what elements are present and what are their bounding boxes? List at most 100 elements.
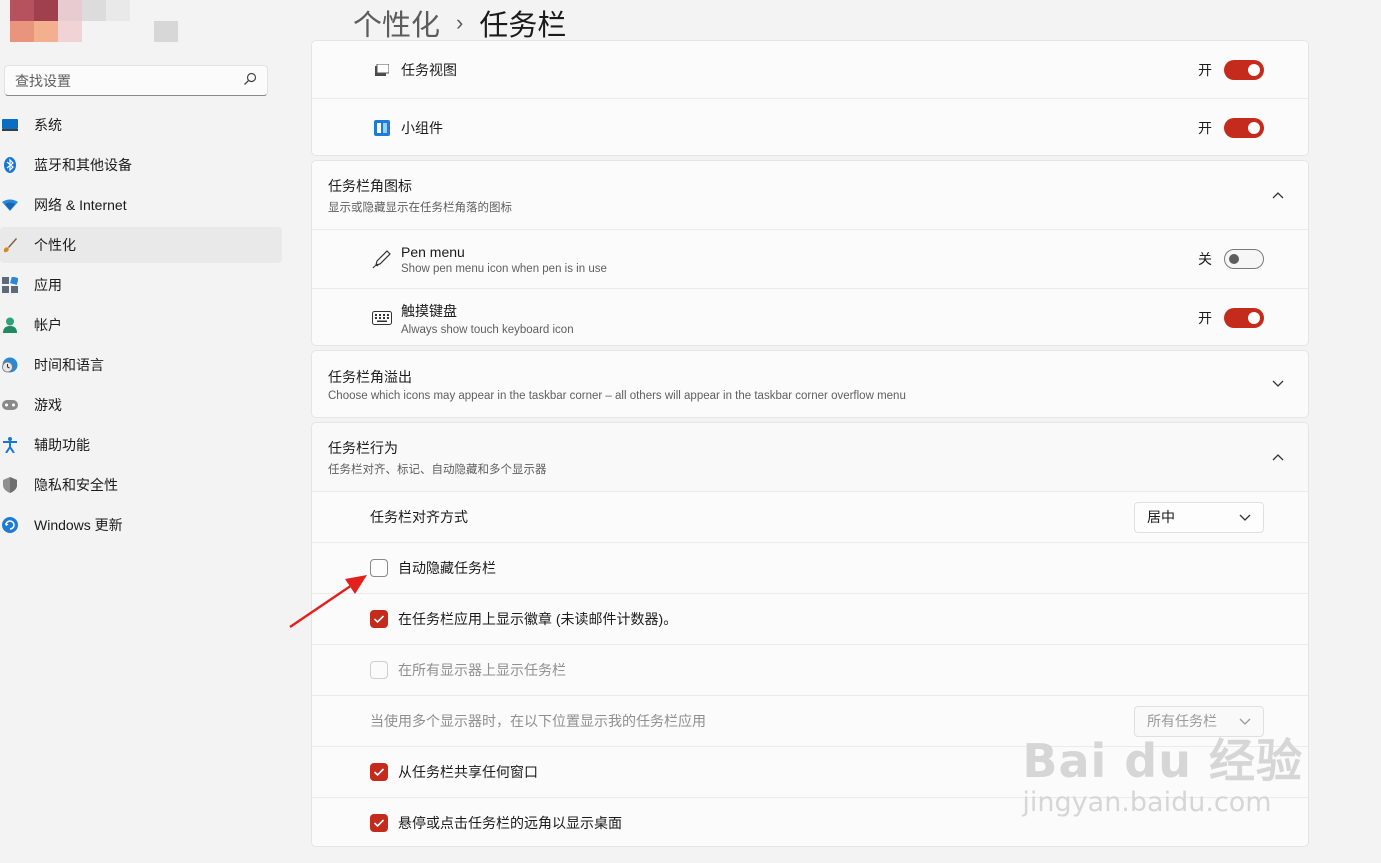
sidebar-item-privacy[interactable]: 隐私和安全性 [0, 467, 282, 503]
task-view-state: 开 [1198, 61, 1212, 78]
account-icon [2, 317, 18, 333]
settings-search-input[interactable]: 查找设置 [4, 65, 268, 96]
sidebar-item-label: 应用 [34, 277, 62, 293]
widgets-row: 小组件 开 [312, 98, 1308, 157]
multi-display-label: 当使用多个显示器时，在以下位置显示我的任务栏应用 [370, 713, 706, 729]
widgets-state: 开 [1198, 120, 1212, 136]
sidebar-item-label: 个性化 [34, 237, 76, 253]
sidebar-item-label: Windows 更新 [34, 517, 123, 533]
all-displays-checkbox[interactable] [370, 661, 388, 679]
chevron-up-icon[interactable] [1270, 449, 1286, 465]
corner-overflow-title: 任务栏角溢出 [328, 368, 412, 385]
task-view-toggle[interactable] [1224, 59, 1264, 80]
far-corner-checkbox[interactable] [370, 814, 388, 832]
alignment-value: 居中 [1147, 509, 1175, 525]
apps-icon [2, 277, 18, 293]
alignment-label: 任务栏对齐方式 [370, 509, 468, 525]
multi-display-dropdown[interactable]: 所有任务栏 [1134, 705, 1264, 737]
bluetooth-icon [2, 157, 18, 173]
shield-icon [2, 477, 18, 493]
page-title: 任务栏 [479, 10, 567, 42]
sidebar-item-label: 网络 & Internet [34, 197, 127, 213]
behaviors-title: 任务栏行为 [328, 439, 398, 456]
accessibility-icon [2, 437, 18, 453]
sidebar-item-network[interactable]: 网络 & Internet [0, 187, 282, 223]
auto-hide-label[interactable]: 自动隐藏任务栏 [398, 558, 496, 578]
wifi-icon [2, 197, 18, 213]
sidebar-item-label: 辅助功能 [34, 437, 90, 453]
corner-icons-header[interactable]: 任务栏角图标 显示或隐藏显示在任务栏角落的图标 [312, 161, 1308, 229]
corner-overflow-header[interactable]: 任务栏角溢出 Choose which icons may appear in … [312, 351, 1308, 417]
annotation-arrow [289, 575, 367, 628]
update-icon [2, 517, 18, 533]
pen-menu-row: Pen menu Show pen menu icon when pen is … [312, 229, 1308, 288]
touch-keyboard-label: 触摸键盘 [401, 302, 457, 319]
time-language-icon [2, 357, 18, 373]
pen-menu-label: Pen menu [401, 243, 465, 260]
share-window-row: 从任务栏共享任何窗口 [312, 746, 1308, 797]
chevron-down-icon [1239, 713, 1251, 729]
task-view-row: 任务视图 开 [312, 41, 1308, 98]
keyboard-icon [372, 308, 392, 328]
user-avatar-blurred [10, 0, 180, 42]
system-icon [2, 117, 18, 133]
sidebar-item-label: 隐私和安全性 [34, 477, 118, 493]
pen-menu-description: Show pen menu icon when pen is in use [401, 262, 607, 275]
auto-hide-row: 自动隐藏任务栏 [312, 542, 1308, 593]
sidebar-item-label: 蓝牙和其他设备 [34, 157, 132, 173]
chevron-down-icon [1239, 509, 1251, 525]
sidebar-item-bluetooth[interactable]: 蓝牙和其他设备 [0, 147, 282, 183]
touch-keyboard-row: 触摸键盘 Always show touch keyboard icon 开 [312, 288, 1308, 347]
widgets-label: 小组件 [401, 120, 443, 136]
sidebar-item-accessibility[interactable]: 辅助功能 [0, 427, 282, 463]
sidebar-item-time-language[interactable]: 时间和语言 [0, 347, 282, 383]
all-displays-label[interactable]: 在所有显示器上显示任务栏 [398, 660, 566, 680]
far-corner-label[interactable]: 悬停或点击任务栏的远角以显示桌面 [398, 813, 622, 833]
share-window-checkbox[interactable] [370, 763, 388, 781]
sidebar-item-personalization[interactable]: 个性化 [0, 227, 282, 263]
share-window-label[interactable]: 从任务栏共享任何窗口 [398, 762, 538, 782]
corner-icons-card: 任务栏角图标 显示或隐藏显示在任务栏角落的图标 Pen menu Show pe… [311, 160, 1309, 346]
widgets-toggle[interactable] [1224, 118, 1264, 138]
pen-menu-toggle[interactable] [1224, 249, 1264, 269]
touch-keyboard-description: Always show touch keyboard icon [401, 323, 574, 336]
pen-menu-state: 关 [1198, 251, 1212, 267]
widgets-icon [372, 118, 392, 138]
search-placeholder: 查找设置 [15, 72, 71, 89]
alignment-row: 任务栏对齐方式 居中 [312, 491, 1308, 542]
sidebar-item-accounts[interactable]: 帐户 [0, 307, 282, 343]
breadcrumb: 个性化 › 任务栏 [353, 2, 566, 44]
behaviors-header[interactable]: 任务栏行为 任务栏对齐、标记、自动隐藏和多个显示器 [312, 423, 1308, 491]
search-icon[interactable] [243, 72, 257, 89]
breadcrumb-parent[interactable]: 个性化 [353, 2, 440, 44]
touch-keyboard-state: 开 [1198, 310, 1212, 326]
corner-overflow-card[interactable]: 任务栏角溢出 Choose which icons may appear in … [311, 350, 1309, 418]
task-view-icon [372, 60, 392, 80]
multi-display-value: 所有任务栏 [1147, 713, 1217, 729]
badges-label[interactable]: 在任务栏应用上显示徽章 (未读邮件计数器)。 [398, 609, 677, 629]
sidebar-item-apps[interactable]: 应用 [0, 267, 282, 303]
sidebar-item-gaming[interactable]: 游戏 [0, 387, 282, 423]
behaviors-subtitle: 任务栏对齐、标记、自动隐藏和多个显示器 [328, 463, 547, 476]
sidebar-nav: 系统 蓝牙和其他设备 网络 & Internet 个性化 应用 帐户 时间和语言… [0, 107, 282, 547]
multi-display-row: 当使用多个显示器时，在以下位置显示我的任务栏应用 所有任务栏 [312, 695, 1308, 746]
corner-overflow-subtitle: Choose which icons may appear in the tas… [328, 389, 906, 402]
far-corner-row: 悬停或点击任务栏的远角以显示桌面 [312, 797, 1308, 848]
breadcrumb-separator: › [456, 10, 464, 35]
corner-icons-title: 任务栏角图标 [328, 177, 412, 194]
sidebar-item-label: 系统 [34, 117, 62, 133]
sidebar-item-windows-update[interactable]: Windows 更新 [0, 507, 282, 543]
sidebar-item-label: 游戏 [34, 397, 62, 413]
corner-icons-subtitle: 显示或隐藏显示在任务栏角落的图标 [328, 201, 512, 214]
taskbar-items-card: 任务视图 开 小组件 开 [311, 40, 1309, 156]
chevron-down-icon[interactable] [1270, 376, 1286, 392]
touch-keyboard-toggle[interactable] [1224, 308, 1264, 328]
all-displays-row: 在所有显示器上显示任务栏 [312, 644, 1308, 695]
brush-icon [2, 237, 18, 253]
chevron-up-icon[interactable] [1270, 187, 1286, 203]
sidebar-item-label: 时间和语言 [34, 357, 104, 373]
sidebar-item-label: 帐户 [34, 317, 62, 333]
pen-icon [372, 249, 392, 269]
alignment-dropdown[interactable]: 居中 [1134, 501, 1264, 533]
sidebar-item-system[interactable]: 系统 [0, 107, 282, 143]
